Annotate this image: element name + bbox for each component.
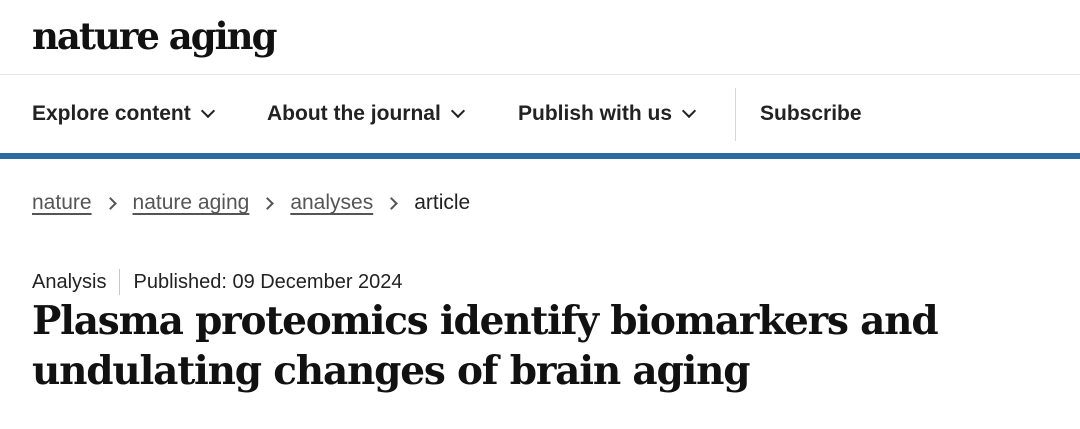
article-title-line-2: undulating changes of brain aging <box>32 348 751 394</box>
main-nav: Explore content About the journal Publis… <box>0 75 1080 153</box>
breadcrumb: nature nature aging analyses article <box>32 188 470 218</box>
chevron-right-icon <box>103 196 117 210</box>
nav-about-the-journal-label: About the journal <box>267 102 441 125</box>
nav-publish-with-us-label: Publish with us <box>518 102 673 125</box>
nav-publish-with-us[interactable]: Publish with us <box>518 75 697 153</box>
subscribe-link[interactable]: Subscribe <box>760 75 862 153</box>
article-title: Plasma proteomics identify biomarkers an… <box>32 296 1052 396</box>
nav-divider <box>735 88 736 141</box>
nav-explore-content[interactable]: Explore content <box>32 75 215 153</box>
breadcrumb-link-nature[interactable]: nature <box>32 191 92 215</box>
nav-explore-content-label: Explore content <box>32 102 191 125</box>
meta-divider <box>119 269 121 295</box>
chevron-down-icon <box>200 103 215 119</box>
published-date: Published: 09 December 2024 <box>133 270 403 293</box>
breadcrumb-current: article <box>414 191 471 214</box>
site-logo[interactable]: nature aging <box>32 12 277 60</box>
article-meta: Analysis Published: 09 December 2024 <box>32 268 403 296</box>
chevron-down-icon <box>450 103 465 119</box>
nav-about-the-journal[interactable]: About the journal <box>267 75 465 153</box>
breadcrumb-link-analyses[interactable]: analyses <box>290 191 373 215</box>
chevron-down-icon <box>681 103 697 119</box>
article-title-line-1: Plasma proteomics identify biomarkers an… <box>32 298 939 344</box>
site-header: nature aging <box>0 0 1080 75</box>
nav-accent-rule <box>0 153 1080 159</box>
article-type: Analysis <box>32 270 107 293</box>
chevron-right-icon <box>385 196 399 210</box>
chevron-right-icon <box>261 196 275 210</box>
breadcrumb-link-nature-aging[interactable]: nature aging <box>133 191 250 215</box>
